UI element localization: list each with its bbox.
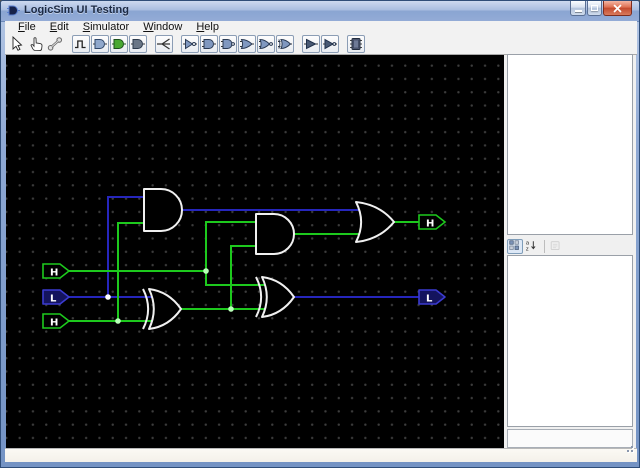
minimize-button[interactable] xyxy=(570,1,586,16)
output-pin-tool-button[interactable] xyxy=(110,35,128,53)
not-gate-tool-button[interactable] xyxy=(181,35,199,53)
window-title: LogicSim UI Testing xyxy=(24,4,129,16)
wire-junction xyxy=(228,306,234,312)
pin-state-label: H xyxy=(50,268,58,279)
input-pin-1[interactable]: H xyxy=(42,263,71,279)
properties-toolbar: az xyxy=(507,237,633,255)
resize-grip[interactable] xyxy=(621,442,634,453)
wire-junction xyxy=(105,294,111,300)
output-pin-1[interactable]: H xyxy=(418,214,447,230)
window-bottom-border xyxy=(5,446,637,462)
close-icon xyxy=(613,4,622,12)
toolbar-separator xyxy=(544,239,545,253)
inverter-tool-button[interactable] xyxy=(321,35,339,53)
not-icon xyxy=(183,38,197,50)
clock-icon xyxy=(75,40,86,49)
input-pin-2[interactable]: L xyxy=(42,289,70,305)
right-side-panels: az xyxy=(504,54,636,448)
chip-icon xyxy=(350,38,362,50)
wire-junction xyxy=(115,318,121,324)
pin-state-label: H xyxy=(426,219,434,230)
and-gate-2[interactable] xyxy=(255,213,295,255)
gate-green-icon xyxy=(112,39,126,49)
gate-blue-icon xyxy=(93,39,107,49)
splitter-icon xyxy=(157,38,170,50)
input-pin-tool-button[interactable] xyxy=(91,35,109,53)
component-tree-panel[interactable] xyxy=(507,54,633,235)
xor-gate-1[interactable] xyxy=(142,288,182,330)
menu-item-simulator[interactable]: Simulator xyxy=(76,21,136,34)
menu-bar: File Edit Simulator Window Help xyxy=(5,21,637,34)
or-gate-1[interactable] xyxy=(355,201,395,243)
pan-tool-button[interactable] xyxy=(27,35,45,53)
toolbar xyxy=(5,34,637,55)
svg-text:z: z xyxy=(526,246,529,252)
show-description-button xyxy=(548,239,564,254)
description-icon xyxy=(550,241,560,250)
gate-dark-icon xyxy=(131,39,145,49)
or-icon xyxy=(240,38,254,50)
menu-item-edit[interactable]: Edit xyxy=(43,21,76,34)
pin-state-label: L xyxy=(426,294,433,305)
title-bar[interactable]: LogicSim UI Testing xyxy=(1,1,639,22)
app-icon xyxy=(7,4,20,17)
buffer-inv-icon xyxy=(323,38,337,50)
pin-state-label: L xyxy=(50,294,57,305)
and-gate-tool-button[interactable] xyxy=(200,35,218,53)
menu-item-window[interactable]: Window xyxy=(136,21,189,34)
and-gate-1[interactable] xyxy=(143,188,183,232)
nor-icon xyxy=(259,38,273,50)
xor-gate-tool-button[interactable] xyxy=(276,35,294,53)
bone-icon xyxy=(47,37,62,51)
splitter-tool-button[interactable] xyxy=(155,35,173,53)
and-icon xyxy=(202,39,216,49)
nor-gate-tool-button[interactable] xyxy=(257,35,275,53)
sort-alphabetically-button[interactable]: az xyxy=(524,239,540,254)
nand-icon xyxy=(221,39,235,49)
minimize-icon xyxy=(574,9,582,12)
circuit-canvas[interactable]: H L H H L xyxy=(6,55,504,448)
maximize-button[interactable] xyxy=(587,1,602,16)
cursor-icon xyxy=(12,36,23,51)
select-tool-button[interactable] xyxy=(8,35,26,53)
buffer-icon xyxy=(304,38,318,50)
nand-gate-tool-button[interactable] xyxy=(219,35,237,53)
hand-icon xyxy=(30,37,43,52)
description-panel xyxy=(507,429,633,448)
categorized-view-button[interactable] xyxy=(507,238,523,254)
output-pin-2[interactable]: L xyxy=(418,289,446,305)
categorized-icon xyxy=(509,240,519,250)
clock-tool-button[interactable] xyxy=(72,35,90,53)
menu-item-file[interactable]: File xyxy=(11,21,43,34)
ic-module-tool-button[interactable] xyxy=(347,35,365,53)
pin-state-label: H xyxy=(50,318,58,329)
input-pin-3[interactable]: H xyxy=(42,313,71,329)
xor-gate-2[interactable] xyxy=(255,276,295,318)
properties-panel[interactable] xyxy=(507,255,633,427)
maximize-icon xyxy=(591,5,598,11)
xor-icon xyxy=(278,38,292,50)
wire-tool-button[interactable] xyxy=(46,35,64,53)
close-button[interactable] xyxy=(603,1,632,16)
menu-item-help[interactable]: Help xyxy=(189,21,226,34)
sort-az-icon: az xyxy=(526,241,536,252)
app-window: LogicSim UI Testing File Edit Simulator Win… xyxy=(0,0,640,468)
wire-junction xyxy=(203,268,209,274)
module-tool-button[interactable] xyxy=(129,35,147,53)
or-gate-tool-button[interactable] xyxy=(238,35,256,53)
buffer-tool-button[interactable] xyxy=(302,35,320,53)
